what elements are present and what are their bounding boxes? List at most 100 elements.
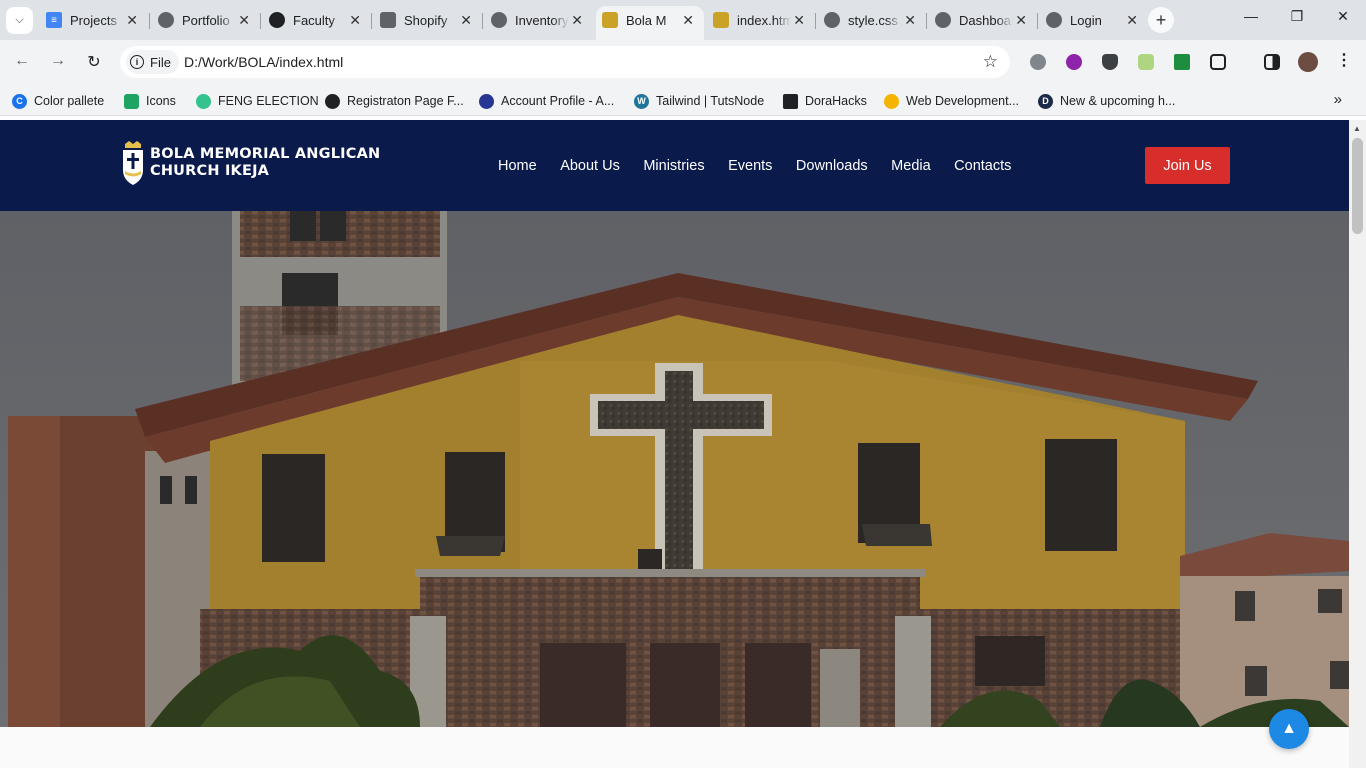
bookmark-dorahacks[interactable]: DoraHacks bbox=[783, 92, 867, 110]
info-icon: i bbox=[130, 55, 144, 69]
close-icon[interactable]: ✕ bbox=[1126, 12, 1138, 29]
purple-extension-icon[interactable] bbox=[1066, 54, 1082, 70]
tab-bola-active[interactable]: Bola M ✕ bbox=[596, 6, 704, 40]
close-icon[interactable]: ✕ bbox=[904, 12, 916, 29]
close-icon[interactable]: ✕ bbox=[349, 12, 361, 29]
tab-index-html[interactable]: index.html ✕ bbox=[707, 6, 815, 34]
scrollbar-thumb[interactable] bbox=[1352, 138, 1363, 234]
wordpress-icon: W bbox=[634, 93, 649, 109]
tab-shopify[interactable]: Shopify ✕ bbox=[374, 6, 482, 34]
minimize-button[interactable]: — bbox=[1236, 8, 1266, 24]
forward-button[interactable]: → bbox=[48, 52, 68, 70]
site-info-button[interactable]: i File bbox=[126, 50, 179, 74]
tab-portfolio[interactable]: Portfolio ✕ bbox=[152, 6, 260, 34]
globe-icon bbox=[1046, 12, 1062, 28]
tab-inventory[interactable]: Inventory ✕ bbox=[485, 6, 593, 34]
faculty-icon bbox=[269, 12, 285, 28]
brand-name: BOLA MEMORIAL ANGLICAN CHURCH IKEJA bbox=[150, 146, 380, 180]
nav-media[interactable]: Media bbox=[891, 158, 931, 174]
plus-icon: + bbox=[1155, 9, 1167, 30]
globe-icon bbox=[491, 12, 507, 28]
close-icon[interactable]: ✕ bbox=[571, 12, 583, 29]
nav-contacts[interactable]: Contacts bbox=[954, 158, 1011, 174]
globe-icon bbox=[824, 12, 840, 28]
tab-dashboard[interactable]: Dashboard ✕ bbox=[929, 6, 1037, 34]
bookmark-tailwind-tutsnode[interactable]: W Tailwind | TutsNode bbox=[634, 92, 764, 110]
church-crest-icon bbox=[123, 141, 143, 185]
reload-button[interactable]: ↻ bbox=[84, 52, 104, 72]
nav-downloads[interactable]: Downloads bbox=[796, 158, 868, 174]
join-us-button[interactable]: Join Us bbox=[1145, 147, 1230, 184]
back-to-top-button[interactable]: ▲ bbox=[1269, 709, 1309, 749]
church-icon bbox=[713, 12, 729, 28]
puzzle-extensions-icon[interactable] bbox=[1210, 54, 1226, 70]
site-header: BOLA MEMORIAL ANGLICAN CHURCH IKEJA Home… bbox=[0, 120, 1349, 211]
bookmark-star-icon[interactable]: ☆ bbox=[983, 52, 998, 72]
close-icon[interactable]: ✕ bbox=[1015, 12, 1027, 29]
bookmark-registration-page[interactable]: Registraton Page F... bbox=[325, 92, 464, 110]
icons-icon bbox=[124, 93, 139, 109]
side-panel-icon[interactable] bbox=[1264, 54, 1280, 70]
shield-extension-icon[interactable] bbox=[1102, 54, 1118, 70]
page-viewport: BOLA MEMORIAL ANGLICAN CHURCH IKEJA Home… bbox=[0, 120, 1349, 768]
chevron-down-icon: ⌵ bbox=[15, 14, 24, 26]
content-below-hero bbox=[0, 727, 1349, 768]
account-icon bbox=[479, 93, 494, 109]
bookmark-account-profile[interactable]: Account Profile - A... bbox=[479, 92, 614, 110]
feng-icon bbox=[196, 93, 211, 109]
globe-icon bbox=[935, 12, 951, 28]
main-nav: Home About Us Ministries Events Download… bbox=[498, 158, 1035, 174]
shopify-icon bbox=[380, 12, 396, 28]
new-tab-button[interactable]: + bbox=[1148, 7, 1174, 33]
tab-login[interactable]: Login ✕ bbox=[1040, 6, 1148, 34]
church-building-illustration bbox=[0, 211, 1349, 727]
address-bar[interactable]: i File D:/Work/BOLA/index.html ☆ bbox=[120, 46, 1010, 78]
nav-events[interactable]: Events bbox=[728, 158, 772, 174]
restore-button[interactable]: ❐ bbox=[1282, 8, 1312, 25]
flag-extension-icon[interactable] bbox=[1174, 54, 1190, 70]
bookmark-color-pallete[interactable]: C Color pallete bbox=[12, 92, 104, 110]
hero-church-image bbox=[0, 211, 1349, 727]
brand-line-1: BOLA MEMORIAL ANGLICAN bbox=[150, 146, 381, 162]
scroll-up-arrow-icon[interactable]: ▲ bbox=[1353, 124, 1361, 133]
webdev-icon bbox=[884, 93, 899, 109]
d-icon: D bbox=[1038, 93, 1053, 109]
back-button[interactable]: ← bbox=[12, 52, 32, 70]
tab-faculty[interactable]: Faculty ✕ bbox=[263, 6, 371, 34]
chevron-up-icon: ▲ bbox=[1281, 720, 1297, 737]
bookmark-new-upcoming[interactable]: D New & upcoming h... bbox=[1038, 92, 1175, 110]
close-icon[interactable]: ✕ bbox=[126, 12, 138, 29]
bug-extension-icon[interactable] bbox=[1030, 54, 1046, 70]
close-icon[interactable]: ✕ bbox=[793, 12, 805, 29]
page-scrollbar[interactable]: ▲ bbox=[1349, 120, 1366, 768]
browser-tab-strip: ⌵ ≡ Projects ✕ Portfolio ✕ Faculty ✕ Sho… bbox=[0, 0, 1366, 40]
tab-search-button[interactable]: ⌵ bbox=[6, 7, 33, 34]
bookmarks-overflow-icon[interactable]: » bbox=[1334, 91, 1342, 108]
nav-about-us[interactable]: About Us bbox=[560, 158, 620, 174]
church-icon bbox=[602, 12, 618, 28]
bookmarks-bar: C Color pallete Icons FENG ELECTION Regi… bbox=[0, 84, 1366, 116]
brand-line-2: CHURCH IKEJA bbox=[150, 163, 270, 179]
chrome-icon bbox=[325, 93, 340, 109]
globe-icon bbox=[158, 12, 174, 28]
dorahacks-icon bbox=[783, 93, 798, 109]
profile-avatar[interactable] bbox=[1298, 52, 1318, 72]
color-pallete-icon: C bbox=[12, 93, 27, 109]
close-window-button[interactable]: ✕ bbox=[1328, 8, 1358, 25]
nav-home[interactable]: Home bbox=[498, 158, 537, 174]
tag-extension-icon[interactable] bbox=[1138, 54, 1154, 70]
address-url[interactable]: D:/Work/BOLA/index.html bbox=[184, 54, 343, 70]
browser-toolbar: ← → ↻ i File D:/Work/BOLA/index.html ☆ ⋮ bbox=[0, 40, 1366, 84]
close-icon[interactable]: ✕ bbox=[682, 12, 694, 29]
bookmark-feng-election[interactable]: FENG ELECTION bbox=[196, 92, 319, 110]
tab-style-css[interactable]: style.css ✕ bbox=[818, 6, 926, 34]
docs-icon: ≡ bbox=[46, 12, 62, 28]
close-icon[interactable]: ✕ bbox=[238, 12, 250, 29]
nav-ministries[interactable]: Ministries bbox=[643, 158, 704, 174]
bookmark-icons[interactable]: Icons bbox=[124, 92, 176, 110]
bookmark-web-development[interactable]: Web Development... bbox=[884, 92, 1019, 110]
site-logo[interactable]: BOLA MEMORIAL ANGLICAN CHURCH IKEJA bbox=[120, 140, 380, 186]
menu-kebab-icon[interactable]: ⋮ bbox=[1334, 50, 1354, 70]
tab-projects[interactable]: ≡ Projects ✕ bbox=[40, 6, 148, 34]
close-icon[interactable]: ✕ bbox=[460, 12, 472, 29]
